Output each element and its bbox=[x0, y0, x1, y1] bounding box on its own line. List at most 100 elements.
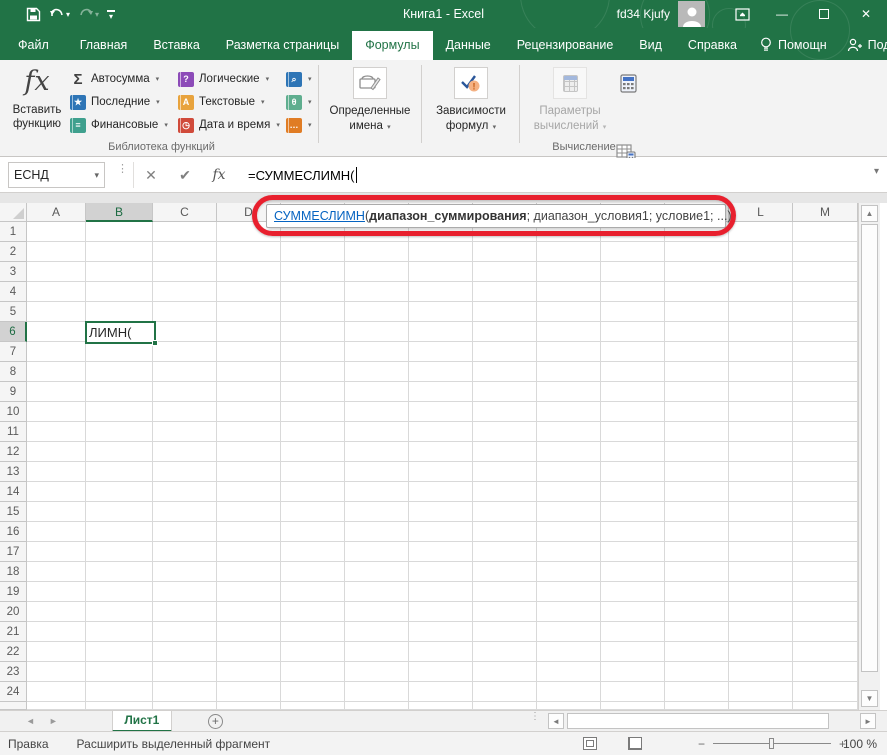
cell-B9[interactable] bbox=[86, 382, 153, 402]
cell-M10[interactable] bbox=[793, 402, 858, 422]
cell-H5[interactable] bbox=[473, 302, 537, 322]
cell-K11[interactable] bbox=[665, 422, 729, 442]
cell-J13[interactable] bbox=[601, 462, 665, 482]
cell-I9[interactable] bbox=[537, 382, 601, 402]
cell-F20[interactable] bbox=[345, 602, 409, 622]
cell-J3[interactable] bbox=[601, 262, 665, 282]
cell-E8[interactable] bbox=[281, 362, 345, 382]
zoom-slider[interactable] bbox=[713, 743, 831, 744]
cell-partial[interactable] bbox=[601, 702, 665, 710]
cell-C8[interactable] bbox=[153, 362, 217, 382]
cell-K22[interactable] bbox=[665, 642, 729, 662]
row-header-22[interactable]: 22 bbox=[0, 642, 27, 662]
cell-D8[interactable] bbox=[217, 362, 281, 382]
cell-I22[interactable] bbox=[537, 642, 601, 662]
cell-C7[interactable] bbox=[153, 342, 217, 362]
cell-K21[interactable] bbox=[665, 622, 729, 642]
cell-J10[interactable] bbox=[601, 402, 665, 422]
cell-A4[interactable] bbox=[27, 282, 86, 302]
cell-F22[interactable] bbox=[345, 642, 409, 662]
cell-A14[interactable] bbox=[27, 482, 86, 502]
cell-A9[interactable] bbox=[27, 382, 86, 402]
cell-A7[interactable] bbox=[27, 342, 86, 362]
row-header-2[interactable]: 2 bbox=[0, 242, 27, 262]
cell-B13[interactable] bbox=[86, 462, 153, 482]
cell-E4[interactable] bbox=[281, 282, 345, 302]
cell-D5[interactable] bbox=[217, 302, 281, 322]
cell-C24[interactable] bbox=[153, 682, 217, 702]
sheet-nav-arrows[interactable]: ◄► bbox=[26, 716, 72, 726]
row-header-1[interactable]: 1 bbox=[0, 222, 27, 242]
horizontal-scrollbar-thumb[interactable] bbox=[567, 713, 829, 729]
row-header-11[interactable]: 11 bbox=[0, 422, 27, 442]
row-header-5[interactable]: 5 bbox=[0, 302, 27, 322]
cell-B2[interactable] bbox=[86, 242, 153, 262]
cell-F2[interactable] bbox=[345, 242, 409, 262]
cell-K2[interactable] bbox=[665, 242, 729, 262]
library-button-3[interactable]: ?Логические▾ bbox=[178, 68, 269, 90]
cell-I20[interactable] bbox=[537, 602, 601, 622]
cell-M6[interactable] bbox=[793, 322, 858, 342]
cell-K9[interactable] bbox=[665, 382, 729, 402]
cell-B5[interactable] bbox=[86, 302, 153, 322]
cell-K8[interactable] bbox=[665, 362, 729, 382]
sheet-tab-list1[interactable]: Лист1 bbox=[112, 711, 172, 732]
scroll-left-icon[interactable]: ◄ bbox=[548, 713, 564, 729]
cell-E21[interactable] bbox=[281, 622, 345, 642]
column-header-B[interactable]: B bbox=[86, 203, 153, 222]
cell-J22[interactable] bbox=[601, 642, 665, 662]
cell-M13[interactable] bbox=[793, 462, 858, 482]
cell-M14[interactable] bbox=[793, 482, 858, 502]
cell-H6[interactable] bbox=[473, 322, 537, 342]
cell-D16[interactable] bbox=[217, 522, 281, 542]
cell-I6[interactable] bbox=[537, 322, 601, 342]
cell-partial[interactable] bbox=[345, 702, 409, 710]
cell-L13[interactable] bbox=[729, 462, 793, 482]
cell-L5[interactable] bbox=[729, 302, 793, 322]
cell-J20[interactable] bbox=[601, 602, 665, 622]
scroll-down-icon[interactable]: ▼ bbox=[861, 690, 878, 707]
column-header-A[interactable]: A bbox=[27, 203, 86, 222]
cell-M11[interactable] bbox=[793, 422, 858, 442]
cell-H24[interactable] bbox=[473, 682, 537, 702]
cell-G10[interactable] bbox=[409, 402, 473, 422]
cell-L16[interactable] bbox=[729, 522, 793, 542]
row-header-19[interactable]: 19 bbox=[0, 582, 27, 602]
cell-C17[interactable] bbox=[153, 542, 217, 562]
cell-G21[interactable] bbox=[409, 622, 473, 642]
cell-G20[interactable] bbox=[409, 602, 473, 622]
formula-bar-resize-handle[interactable]: ⋮ bbox=[117, 166, 128, 172]
close-button[interactable]: ✕ bbox=[845, 0, 887, 28]
cell-J11[interactable] bbox=[601, 422, 665, 442]
cell-B11[interactable] bbox=[86, 422, 153, 442]
row-header-7[interactable]: 7 bbox=[0, 342, 27, 362]
cell-G8[interactable] bbox=[409, 362, 473, 382]
library-button-2[interactable]: ≡Финансовые▾ bbox=[70, 114, 168, 136]
column-header-M[interactable]: M bbox=[793, 203, 858, 222]
cell-B7[interactable] bbox=[86, 342, 153, 362]
cell-C15[interactable] bbox=[153, 502, 217, 522]
cell-B8[interactable] bbox=[86, 362, 153, 382]
vertical-scrollbar[interactable]: ▲ ▼ bbox=[858, 203, 880, 710]
cell-partial[interactable] bbox=[729, 702, 793, 710]
cell-M5[interactable] bbox=[793, 302, 858, 322]
cell-I11[interactable] bbox=[537, 422, 601, 442]
cell-I5[interactable] bbox=[537, 302, 601, 322]
insert-function-fx-button[interactable]: fx bbox=[202, 167, 236, 183]
column-header-L[interactable]: L bbox=[729, 203, 793, 222]
cell-L24[interactable] bbox=[729, 682, 793, 702]
cell-D17[interactable] bbox=[217, 542, 281, 562]
cell-E7[interactable] bbox=[281, 342, 345, 362]
row-header-15[interactable]: 15 bbox=[0, 502, 27, 522]
cell-M23[interactable] bbox=[793, 662, 858, 682]
cell-D2[interactable] bbox=[217, 242, 281, 262]
cell-H8[interactable] bbox=[473, 362, 537, 382]
customize-qat-button[interactable]: ▾ bbox=[105, 10, 117, 19]
cell-J21[interactable] bbox=[601, 622, 665, 642]
cell-B17[interactable] bbox=[86, 542, 153, 562]
cell-A8[interactable] bbox=[27, 362, 86, 382]
cell-J24[interactable] bbox=[601, 682, 665, 702]
cell-I24[interactable] bbox=[537, 682, 601, 702]
cell-M3[interactable] bbox=[793, 262, 858, 282]
cell-E6[interactable] bbox=[281, 322, 345, 342]
